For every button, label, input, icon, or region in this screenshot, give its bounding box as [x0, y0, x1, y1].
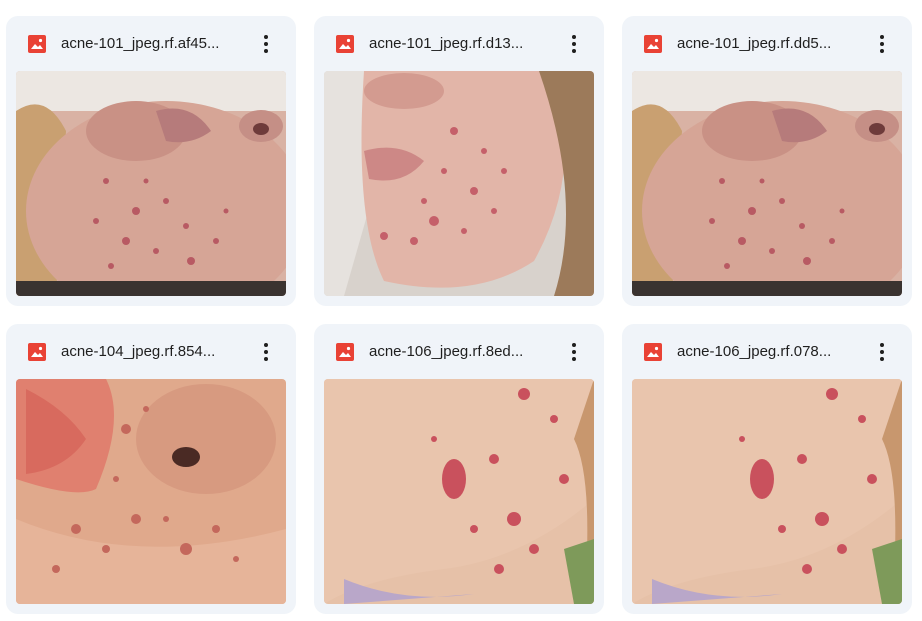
file-card[interactable]: acne-101_jpeg.rf.d13... — [314, 16, 604, 306]
file-card[interactable]: acne-106_jpeg.rf.8ed... — [314, 324, 604, 614]
image-file-icon — [28, 35, 46, 53]
file-card[interactable]: acne-104_jpeg.rf.854... — [6, 324, 296, 614]
file-card-header: acne-101_jpeg.rf.d13... — [314, 16, 604, 72]
image-file-icon — [336, 35, 354, 53]
file-name: acne-101_jpeg.rf.d13... — [369, 35, 524, 52]
file-card-header: acne-101_jpeg.rf.af45... — [6, 16, 296, 72]
file-name: acne-106_jpeg.rf.078... — [677, 343, 832, 360]
file-grid: acne-101_jpeg.rf.af45... acne-101_jpeg.r… — [0, 0, 922, 621]
file-thumbnail[interactable] — [632, 379, 902, 604]
image-file-icon — [28, 343, 46, 361]
file-thumbnail[interactable] — [324, 379, 594, 604]
image-file-icon — [644, 35, 662, 53]
file-card-header: acne-106_jpeg.rf.078... — [622, 324, 912, 380]
file-thumbnail[interactable] — [16, 71, 286, 296]
image-file-icon — [644, 343, 662, 361]
more-options-icon[interactable] — [870, 340, 894, 364]
file-name: acne-101_jpeg.rf.af45... — [61, 35, 220, 52]
file-card[interactable]: acne-106_jpeg.rf.078... — [622, 324, 912, 614]
file-card[interactable]: acne-101_jpeg.rf.dd5... — [622, 16, 912, 306]
file-card-header: acne-101_jpeg.rf.dd5... — [622, 16, 912, 72]
file-thumbnail[interactable] — [324, 71, 594, 296]
more-options-icon[interactable] — [562, 340, 586, 364]
image-file-icon — [336, 343, 354, 361]
file-name: acne-101_jpeg.rf.dd5... — [677, 35, 832, 52]
more-options-icon[interactable] — [562, 32, 586, 56]
file-thumbnail[interactable] — [16, 379, 286, 604]
file-name: acne-106_jpeg.rf.8ed... — [369, 343, 524, 360]
more-options-icon[interactable] — [254, 340, 278, 364]
file-name: acne-104_jpeg.rf.854... — [61, 343, 216, 360]
more-options-icon[interactable] — [254, 32, 278, 56]
file-card-header: acne-104_jpeg.rf.854... — [6, 324, 296, 380]
more-options-icon[interactable] — [870, 32, 894, 56]
file-card[interactable]: acne-101_jpeg.rf.af45... — [6, 16, 296, 306]
file-thumbnail[interactable] — [632, 71, 902, 296]
file-card-header: acne-106_jpeg.rf.8ed... — [314, 324, 604, 380]
